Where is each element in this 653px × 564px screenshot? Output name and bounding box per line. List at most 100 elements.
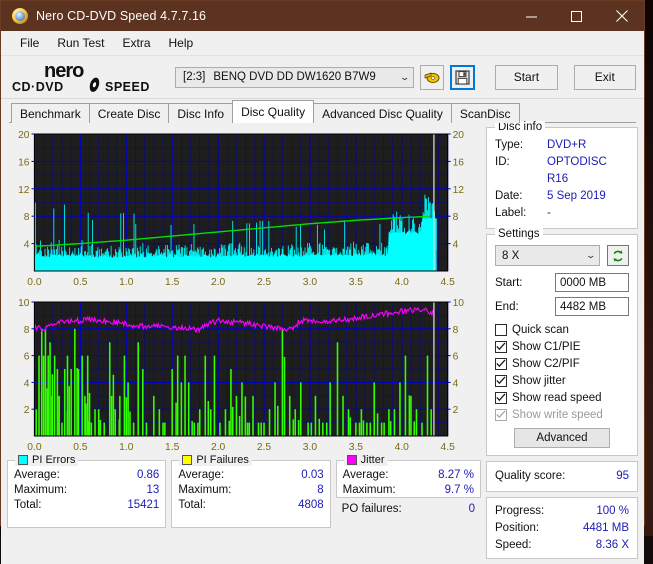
svg-text:3.5: 3.5 xyxy=(349,277,363,288)
jitter-stats-inner: Jitter Average: 8.27 % Maximum: 9.7 % xyxy=(335,454,481,498)
speed-select[interactable]: 8 X ⌄ xyxy=(495,245,600,266)
menu-bar: File Run Test Extra Help xyxy=(1,31,644,56)
svg-text:20: 20 xyxy=(453,130,465,141)
disc-id-value: OPTODISC R16 xyxy=(547,156,607,185)
jitter-maximum-label: Maximum: xyxy=(342,484,396,496)
jitter-maximum-row: Maximum: 9.7 % xyxy=(343,483,474,498)
settings-legend: Settings xyxy=(495,228,543,240)
checkbox-show-read-speed[interactable]: Show read speed xyxy=(495,389,629,406)
pi-errors-legend: PI Errors xyxy=(15,454,79,466)
chevron-down-icon: ⌄ xyxy=(399,71,411,82)
pi-failures-total-value: 4808 xyxy=(298,499,324,511)
progress-label: Progress: xyxy=(495,505,545,517)
disc-quality-panel: 4 8 12 16 20 4 8 12 16 20 0.0 0.5 1.0 1.5 2.0 2.5 3.0 3.5… xyxy=(1,121,644,564)
checkbox-checked-icon xyxy=(495,357,507,370)
nero-cd-dvd-speed-logo: nero CD·DVD SPEED xyxy=(9,58,169,96)
refresh-button[interactable] xyxy=(607,245,629,266)
side-panel: Disc info Type: DVD+R ID: OPTODISC R16 D… xyxy=(486,121,638,559)
tab-disc-quality[interactable]: Disc Quality xyxy=(232,100,315,123)
start-button[interactable]: Start xyxy=(495,64,558,90)
disc-id-label: ID: xyxy=(495,156,510,168)
pi-errors-total-row: Total: 15421 xyxy=(14,498,159,513)
disc-date-row: Date: 5 Sep 2019 xyxy=(495,188,629,205)
svg-text:1.0: 1.0 xyxy=(119,442,133,453)
checkbox-show-c2-pif[interactable]: Show C2/PIF xyxy=(495,355,629,372)
tab-create-disc[interactable]: Create Disc xyxy=(88,103,170,123)
jitter-average-value: 8.27 % xyxy=(438,469,474,481)
disc-date-value: 5 Sep 2019 xyxy=(547,190,606,202)
checkbox-quick-scan-label: Quick scan xyxy=(512,323,569,336)
disc-label-label: Label: xyxy=(495,207,527,219)
disc-id-row: ID: OPTODISC R16 xyxy=(495,154,629,188)
svg-text:8: 8 xyxy=(453,325,459,336)
tab-disc-info[interactable]: Disc Info xyxy=(168,103,234,123)
speed-label: Speed: xyxy=(495,539,532,551)
svg-text:4: 4 xyxy=(453,378,459,389)
maximize-button[interactable] xyxy=(554,1,599,31)
checkbox-quick-scan[interactable]: Quick scan xyxy=(495,321,629,338)
start-input[interactable]: 0000 MB xyxy=(555,273,629,292)
disc-type-row: Type: DVD+R xyxy=(495,137,629,154)
pi-failures-average-row: Average: 0.03 xyxy=(178,468,323,483)
jitter-stats: Jitter Average: 8.27 % Maximum: 9.7 % PO… xyxy=(335,454,481,528)
progress-value: 100 % xyxy=(596,505,629,517)
tab-advanced-disc-quality[interactable]: Advanced Disc Quality xyxy=(313,103,452,123)
disc-type-label: Type: xyxy=(495,139,524,151)
svg-text:4.0: 4.0 xyxy=(395,442,409,453)
pi-failures-average-value: 0.03 xyxy=(301,469,324,481)
svg-text:10: 10 xyxy=(18,298,30,309)
svg-text:10: 10 xyxy=(453,298,465,309)
checkbox-show-write-speed: Show write speed xyxy=(495,406,629,423)
svg-text:1.0: 1.0 xyxy=(119,277,133,288)
svg-text:8: 8 xyxy=(24,212,30,223)
tab-benchmark[interactable]: Benchmark xyxy=(11,103,90,123)
start-label: Start: xyxy=(495,276,523,289)
svg-text:2.5: 2.5 xyxy=(257,442,271,453)
close-button[interactable] xyxy=(599,1,644,31)
position-label: Position: xyxy=(495,522,540,534)
disc-date-label: Date: xyxy=(495,190,523,202)
svg-text:6: 6 xyxy=(24,352,30,363)
menu-item-run-test[interactable]: Run Test xyxy=(48,34,113,52)
eject-disc-button[interactable] xyxy=(420,64,445,90)
pi-errors-average-row: Average: 0.86 xyxy=(14,468,159,483)
end-input[interactable]: 4482 MB xyxy=(555,297,629,316)
quality-score-group: Quality score: 95 xyxy=(486,461,638,492)
tab-scandisc[interactable]: ScanDisc xyxy=(450,103,520,123)
pi-failures-total-row: Total: 4808 xyxy=(178,498,323,513)
menu-item-file[interactable]: File xyxy=(11,34,48,52)
disc-info-group: Disc info Type: DVD+R ID: OPTODISC R16 D… xyxy=(486,121,638,229)
pi-failures-maximum-row: Maximum: 8 xyxy=(178,483,323,498)
checkbox-show-c1-pie[interactable]: Show C1/PIE xyxy=(495,338,629,355)
pi-failures-graph: 2 4 6 8 10 2 4 6 8 10 0.0 0.5 1.0 1.5 2.0 2.5 3.0 3.5 4.0 4… xyxy=(7,295,481,455)
save-button[interactable] xyxy=(450,64,476,90)
drive-select-dropdown[interactable]: [2:3] BENQ DVD DD DW1620 B7W9 ⌄ xyxy=(175,66,414,88)
menu-item-extra[interactable]: Extra xyxy=(113,34,159,52)
pi-errors-average-value: 0.86 xyxy=(136,469,160,481)
advanced-button[interactable]: Advanced xyxy=(514,428,610,448)
svg-text:CD·DVD: CD·DVD xyxy=(12,80,64,94)
svg-text:3.0: 3.0 xyxy=(303,442,317,453)
menu-item-help[interactable]: Help xyxy=(160,34,203,52)
checkbox-show-jitter[interactable]: Show jitter xyxy=(495,372,629,389)
minimize-button[interactable] xyxy=(509,1,554,31)
svg-text:3.0: 3.0 xyxy=(303,277,317,288)
svg-text:nero: nero xyxy=(44,60,84,82)
checkbox-show-read-speed-label: Show read speed xyxy=(512,391,602,404)
chevron-down-icon: ⌄ xyxy=(585,250,597,260)
svg-text:2.0: 2.0 xyxy=(211,277,225,288)
svg-text:4.0: 4.0 xyxy=(395,277,409,288)
checkbox-checked-icon xyxy=(495,374,507,387)
svg-text:4.5: 4.5 xyxy=(441,277,455,288)
pi-failures-maximum-value: 8 xyxy=(317,484,324,496)
checkbox-show-c1-pie-label: Show C1/PIE xyxy=(512,340,581,353)
svg-text:20: 20 xyxy=(18,130,30,141)
disc-label-value: - xyxy=(547,207,551,219)
exit-button[interactable]: Exit xyxy=(573,64,636,90)
pi-failures-average-label: Average: xyxy=(178,469,225,481)
settings-group: Settings 8 X ⌄ Start: 0000 MB End: 4482 … xyxy=(486,228,638,456)
pi-failures-stats: PI Failures Average: 0.03 Maximum: 8 Tot… xyxy=(171,454,331,528)
svg-text:0.0: 0.0 xyxy=(27,277,41,288)
svg-text:0.5: 0.5 xyxy=(73,442,87,453)
pi-failures-legend-label: PI Failures xyxy=(196,454,249,466)
